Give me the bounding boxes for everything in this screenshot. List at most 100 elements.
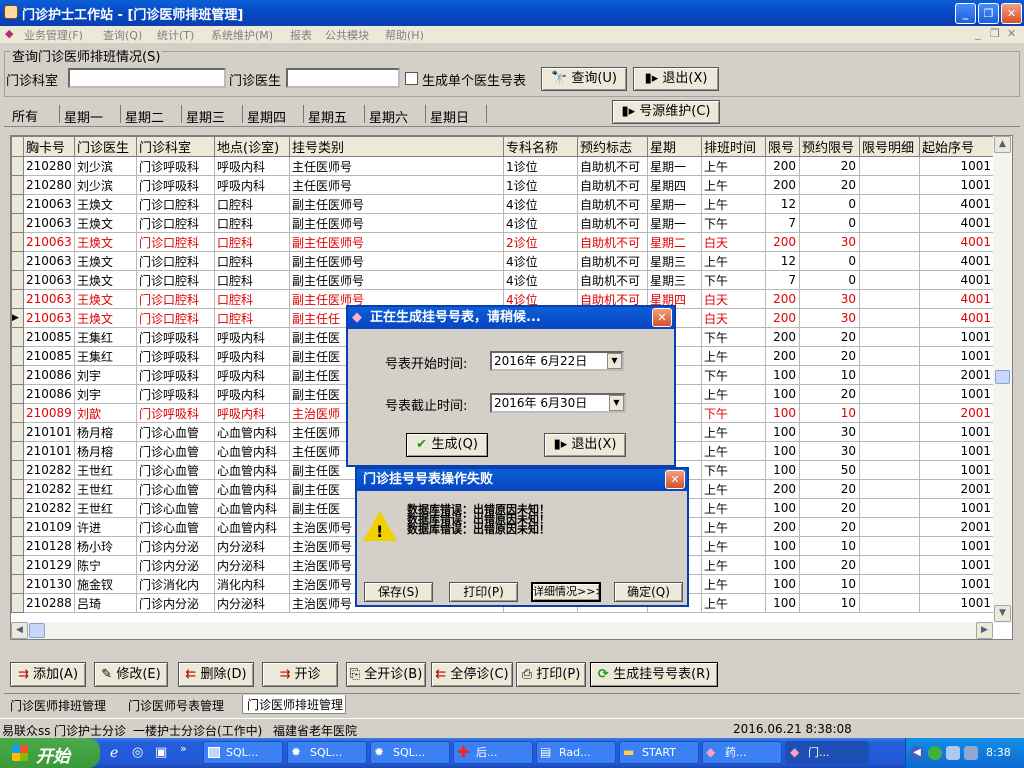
column-header[interactable]: 门诊医生: [74, 136, 137, 157]
more-quicklaunch-icon[interactable]: »: [180, 742, 187, 755]
dialog-close-button[interactable]: ✕: [652, 308, 672, 327]
column-header[interactable]: 起始序号: [919, 136, 995, 157]
generate-button[interactable]: ✔ 生成(Q): [406, 433, 488, 457]
menu-public[interactable]: 公共模块: [325, 27, 369, 43]
vertical-scroll-thumb[interactable]: [995, 370, 1010, 384]
row-selector[interactable]: [11, 479, 24, 499]
row-selector[interactable]: [11, 175, 24, 195]
tab-thursday[interactable]: 星期四: [247, 107, 286, 126]
table-row[interactable]: 210063 王焕文 门诊口腔科 口腔科 副主任医师号 4诊位 自助机不可 星期三 下午 7 0 40…: [11, 270, 995, 290]
tray-app-icon[interactable]: [946, 746, 960, 760]
maximize-button[interactable]: ❐: [978, 3, 999, 24]
row-selector[interactable]: [11, 365, 24, 385]
table-row[interactable]: 210063 王焕文 门诊口腔科 口腔科 副主任医师号 4诊位 自助机不可 星期三 上午 12 0 4…: [11, 251, 995, 271]
current-row-indicator-icon[interactable]: ▶: [11, 308, 24, 328]
column-header[interactable]: 预约标志: [577, 136, 648, 157]
open-clinic-button[interactable]: ⇉ 开诊: [262, 662, 338, 687]
error-close-button[interactable]: ✕: [665, 470, 685, 489]
column-header[interactable]: 限号: [765, 136, 800, 157]
edit-button[interactable]: ✎ 修改(E): [94, 662, 168, 687]
save-button[interactable]: 保存(S): [364, 582, 433, 602]
query-button[interactable]: 🔭 查询(U): [541, 67, 627, 91]
ie-quicklaunch-icon[interactable]: ℯ: [110, 745, 118, 761]
mdi-restore-icon[interactable]: ❐: [990, 27, 1000, 40]
details-button[interactable]: 详细情况>>>: [531, 582, 601, 602]
table-row[interactable]: 210280 刘少滨 门诊呼吸科 呼吸内科 主任医师号 1诊位 自助机不可 星期一 上午 200 2…: [11, 156, 995, 176]
tab-monday[interactable]: 星期一: [64, 107, 103, 126]
table-row[interactable]: 210063 王焕文 门诊口腔科 口腔科 副主任医师号 4诊位 自助机不可 星期一 下午 7 0 40…: [11, 213, 995, 233]
row-selector[interactable]: [11, 232, 24, 252]
row-selector[interactable]: [11, 460, 24, 480]
row-selector[interactable]: [11, 498, 24, 518]
bottom-tab-schedule[interactable]: 门诊医师排班管理: [10, 697, 106, 714]
row-selector[interactable]: [11, 555, 24, 575]
mdi-close-icon[interactable]: ✕: [1007, 27, 1016, 40]
row-selector[interactable]: [11, 251, 24, 271]
tab-wednesday[interactable]: 星期三: [186, 107, 225, 126]
row-selector[interactable]: [11, 384, 24, 404]
print-schedule-button[interactable]: ⎙ 打印(P): [516, 662, 586, 687]
column-header[interactable]: 门诊科室: [136, 136, 215, 157]
doctor-input[interactable]: [286, 68, 400, 88]
single-doctor-checkbox[interactable]: [405, 72, 418, 85]
tab-tuesday[interactable]: 星期二: [125, 107, 164, 126]
row-selector[interactable]: [11, 403, 24, 423]
scroll-down-icon[interactable]: ▼: [994, 605, 1011, 622]
row-selector[interactable]: [11, 346, 24, 366]
horizontal-scroll-thumb[interactable]: [29, 623, 45, 638]
column-header[interactable]: 胸卡号: [23, 136, 75, 157]
browser-quicklaunch-icon[interactable]: ◎: [132, 745, 143, 760]
bottom-tab-number-table[interactable]: 门诊医师号表管理: [128, 697, 224, 714]
menu-help[interactable]: 帮助(H): [385, 27, 424, 43]
row-selector[interactable]: [11, 517, 24, 537]
scroll-left-icon[interactable]: ◀: [11, 622, 28, 639]
table-row[interactable]: 210063 王焕文 门诊口腔科 口腔科 副主任医师号 4诊位 自助机不可 星期一 上午 12 0 4…: [11, 194, 995, 214]
close-button[interactable]: ✕: [1001, 3, 1022, 24]
dept-input[interactable]: [68, 68, 226, 88]
horizontal-scrollbar[interactable]: ◀ ▶: [11, 622, 993, 639]
exit-query-button[interactable]: ▮▸ 退出(X): [633, 67, 719, 91]
chevron-down-icon[interactable]: ▼: [609, 395, 624, 411]
ok-button[interactable]: 确定(Q): [614, 582, 683, 602]
row-selector[interactable]: [11, 289, 24, 309]
row-selector[interactable]: [11, 422, 24, 442]
print-button[interactable]: 打印(P): [449, 582, 518, 602]
minimize-button[interactable]: _: [955, 3, 976, 24]
column-header[interactable]: 排班时间: [701, 136, 766, 157]
generating-exit-button[interactable]: ▮▸ 退出(X): [544, 433, 626, 457]
chevron-down-icon[interactable]: ▼: [607, 353, 622, 369]
row-selector[interactable]: [11, 156, 24, 176]
generate-schedule-button[interactable]: ⟳ 生成挂号号表(R): [590, 662, 718, 687]
column-header[interactable]: 专科名称: [503, 136, 578, 157]
row-selector[interactable]: [11, 327, 24, 347]
add-button[interactable]: ⇉ 添加(A): [10, 662, 86, 687]
stop-all-button[interactable]: ⇇ 全停诊(C): [431, 662, 513, 687]
tab-saturday[interactable]: 星期六: [369, 107, 408, 126]
column-header[interactable]: 限号明细: [859, 136, 920, 157]
menu-reports[interactable]: 报表: [290, 27, 312, 43]
column-header[interactable]: 地点(诊室): [214, 136, 290, 157]
mdi-minimize-icon[interactable]: _: [975, 27, 981, 40]
column-header[interactable]: 预约限号: [799, 136, 860, 157]
scroll-right-icon[interactable]: ▶: [976, 622, 993, 639]
tray-network-icon[interactable]: [928, 746, 942, 760]
tab-friday[interactable]: 星期五: [308, 107, 347, 126]
tray-monitor-icon[interactable]: [964, 746, 978, 760]
row-selector[interactable]: [11, 574, 24, 594]
row-selector[interactable]: [11, 213, 24, 233]
tab-all[interactable]: 所有: [12, 106, 38, 125]
scroll-up-icon[interactable]: ▲: [994, 136, 1011, 153]
start-date-picker[interactable]: 2016年 6月22日 ▼: [490, 351, 624, 371]
delete-button[interactable]: ⇇ 删除(D): [178, 662, 254, 687]
desktop-quicklaunch-icon[interactable]: ▣: [155, 745, 167, 760]
row-selector[interactable]: [11, 593, 24, 613]
row-selector[interactable]: [11, 194, 24, 214]
start-button[interactable]: 开始: [0, 738, 100, 768]
vertical-scrollbar[interactable]: ▲ ▼: [993, 136, 1012, 623]
source-maintenance-button[interactable]: ▮▸ 号源维护(C): [612, 100, 720, 124]
menu-query[interactable]: 查询(Q): [103, 27, 142, 43]
table-row[interactable]: 210280 刘少滨 门诊呼吸科 呼吸内科 主任医师号 1诊位 自助机不可 星期四 上午 200 2…: [11, 175, 995, 195]
bottom-tab-schedule-active[interactable]: 门诊医师排班管理: [242, 695, 346, 714]
tray-expand-icon[interactable]: ◀: [910, 746, 924, 760]
menu-business[interactable]: 业务管理(F): [24, 27, 83, 43]
